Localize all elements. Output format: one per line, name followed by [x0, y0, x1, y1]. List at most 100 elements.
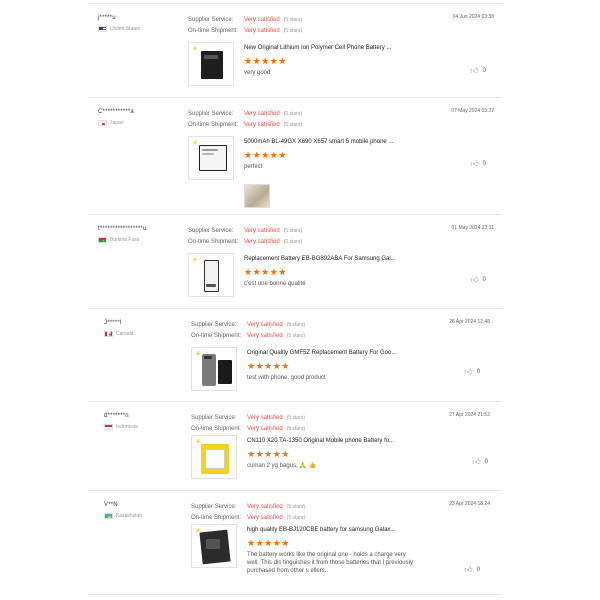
- country-name: Japan: [110, 120, 124, 126]
- supplier-service-value: Very satisfied: [244, 16, 280, 23]
- supplier-service-stars: (5 stars): [286, 321, 306, 328]
- like-button[interactable]: 👍︎ 0: [470, 275, 486, 285]
- review-photo[interactable]: [244, 184, 270, 208]
- thumbs-up-icon: 👍︎: [470, 159, 479, 168]
- shipment-value: Very satisfied: [247, 514, 283, 521]
- product-block: ⚡ CN110 X20 TA-1350 Original Mobile phon…: [191, 435, 417, 479]
- supplier-service-value: Very satisfied: [247, 503, 283, 510]
- review-date: 04 Jun 2024 03:38: [452, 14, 494, 20]
- reviewer-info: J*****l ✦ Canada: [104, 320, 194, 337]
- phone-battery-icon[interactable]: ⚡: [191, 347, 237, 391]
- battery-slim-icon[interactable]: ⚡: [188, 253, 234, 297]
- product-title[interactable]: Original Quality GMF5Z Replacement Batte…: [247, 350, 417, 356]
- product-block: ⚡ 5000mAh BL-49GX X690 X657 smart 5 mobi…: [188, 136, 414, 180]
- shipment-stars: (5 stars): [283, 121, 303, 128]
- rating-stars: ★★★★★: [244, 267, 287, 277]
- battery-black-icon[interactable]: ⚡: [188, 42, 234, 86]
- review-text: cuman 2 yg bagus, 🙏 👍: [247, 463, 316, 469]
- thumbs-up-icon: 👍︎: [472, 457, 481, 466]
- product-block: ⚡ Original Quality GMF5Z Replacement Bat…: [191, 347, 417, 391]
- like-count: 0: [482, 161, 486, 167]
- supplier-service-value: Very satisfied: [244, 110, 280, 117]
- reviewer-name: J*****l: [104, 320, 122, 326]
- shipment-value: Very satisfied: [244, 27, 280, 34]
- supplier-service-value: Very satisfied: [247, 414, 283, 421]
- review-date: 23 Apr 2024 18:24: [449, 501, 490, 507]
- review-text: perfect: [244, 164, 263, 170]
- flag-id-icon: [104, 424, 113, 430]
- reviews-list: j*****u United States Supplier Service: V…: [0, 0, 600, 600]
- reviewer-info: C***********a Japan: [98, 109, 188, 126]
- supplier-service-label: Supplier Service:: [191, 503, 237, 510]
- flag-jp-icon: [98, 120, 107, 126]
- reviewer-country: Kazakhstan: [104, 513, 194, 519]
- product-title[interactable]: 5000mAh BL-49GX X690 X657 smart 5 mobile…: [244, 139, 414, 145]
- reviewer-name: t*****************u: [98, 226, 147, 232]
- supplier-service-stars: (5 stars): [283, 110, 303, 117]
- flag-bf-icon: ★: [98, 237, 107, 243]
- rating-stars: ★★★★★: [247, 361, 290, 371]
- thumbs-up-icon: 👍︎: [464, 367, 473, 376]
- like-button[interactable]: 👍︎ 0: [470, 159, 486, 169]
- reviewer-country: ★ Burkina Faso: [98, 237, 188, 243]
- like-button[interactable]: 👍︎ 0: [464, 367, 480, 377]
- shipment-label: On-time Shipment:: [188, 121, 239, 128]
- review-date: 07 May 2024 03:37: [451, 108, 494, 114]
- shipment-value: Very satisfied: [244, 238, 280, 245]
- like-button[interactable]: 👍︎ 0: [470, 66, 486, 76]
- reviewer-info: t*****************u ★ Burkina Faso: [98, 226, 188, 243]
- product-title[interactable]: high quality EB-BJ120CBE battery for sam…: [247, 527, 417, 533]
- reviewer-country: ✦ Canada: [104, 331, 194, 337]
- supplier-service-label: Supplier Service:: [191, 414, 237, 421]
- country-name: United States: [110, 26, 141, 32]
- like-count: 0: [482, 277, 486, 283]
- supplier-service-label: Supplier Service:: [188, 110, 234, 117]
- like-button[interactable]: 👍︎ 0: [472, 457, 488, 467]
- supplier-service-stars: (5 stars): [286, 503, 306, 510]
- rating-stars: ★★★★★: [244, 56, 287, 66]
- supplier-service-value: Very satisfied: [247, 321, 283, 328]
- supplier-service-label: Supplier Service:: [188, 16, 234, 23]
- supplier-service-label: Supplier Service:: [188, 227, 234, 234]
- rating-stats: Supplier Service: Very satisfied (5 stars)…: [191, 319, 411, 341]
- like-count: 0: [476, 369, 480, 375]
- thumbs-up-icon: 👍︎: [464, 565, 473, 574]
- reviewer-name: j*****u: [98, 15, 116, 21]
- supplier-service-value: Very satisfied: [244, 227, 280, 234]
- like-button[interactable]: 👍︎ 0: [464, 565, 480, 575]
- reviewer-info: V**N Kazakhstan: [104, 502, 194, 519]
- rating-stats: Supplier Service: Very satisfied (5 stars)…: [191, 412, 411, 434]
- product-block: ⚡ Replacement Battery EB-BG892ABA For Sa…: [188, 253, 414, 297]
- shipment-value: Very satisfied: [247, 332, 283, 339]
- product-title[interactable]: New Original Lithium Ion Polymer Cell Ph…: [244, 45, 414, 51]
- review-item: d*******n Indonesia Supplier Service: Ver…: [88, 402, 502, 491]
- shipment-label: On-time Shipment:: [191, 332, 242, 339]
- review-date: 28 Apr 2024 12:48: [449, 319, 490, 325]
- battery-dark-icon[interactable]: ⚡: [191, 524, 237, 568]
- product-block: ⚡ high quality EB-BJ120CBE battery for s…: [191, 524, 417, 575]
- review-date: 27 Apr 2024 21:52: [449, 412, 490, 418]
- review-text: very good: [244, 70, 271, 76]
- flag-ca-icon: ✦: [104, 331, 113, 337]
- reviewer-country: United States: [98, 26, 188, 32]
- reviewer-name: C***********a: [98, 109, 134, 115]
- reviewer-country: Indonesia: [104, 424, 194, 430]
- country-name: Indonesia: [116, 424, 138, 430]
- rating-stats: Supplier Service: Very satisfied (5 stars)…: [191, 501, 411, 523]
- battery-white-icon[interactable]: ⚡: [188, 136, 234, 180]
- flag-us-icon: [98, 26, 107, 32]
- rating-stats: Supplier Service: Very satisfied (5 stars)…: [188, 108, 408, 130]
- rating-stars: ★★★★★: [247, 449, 290, 459]
- supplier-service-label: Supplier Service:: [191, 321, 237, 328]
- product-block: ⚡ New Original Lithium Ion Polymer Cell …: [188, 42, 414, 86]
- product-title[interactable]: CN110 X20 TA-1350 Original Mobile phone …: [247, 438, 417, 444]
- battery-yellow-icon[interactable]: ⚡: [191, 435, 237, 479]
- review-text: test with phone, good product: [247, 375, 326, 381]
- shipment-value: Very satisfied: [244, 121, 280, 128]
- like-count: 0: [482, 68, 486, 74]
- product-title[interactable]: Replacement Battery EB-BG892ABA For Sams…: [244, 256, 414, 262]
- review-item: J*****l ✦ Canada Supplier Service: Very s…: [88, 309, 502, 402]
- shipment-stars: (5 stars): [286, 514, 306, 521]
- thumbs-up-icon: 👍︎: [470, 66, 479, 75]
- shipment-stars: (5 stars): [286, 332, 306, 339]
